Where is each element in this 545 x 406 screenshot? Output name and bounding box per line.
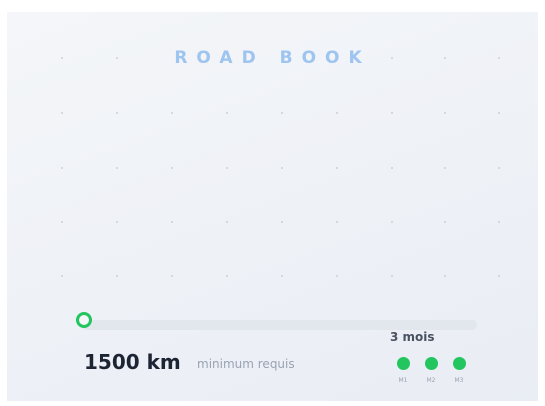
grid-dot (498, 112, 500, 114)
grid-dot (281, 275, 283, 277)
grid-dot (61, 275, 63, 277)
grid-dot (61, 221, 63, 223)
grid-dot (444, 221, 446, 223)
grid-dot (336, 221, 338, 223)
grid-dot (281, 112, 283, 114)
grid-dot (116, 275, 118, 277)
month-indicator-3: M3 (451, 357, 467, 384)
grid-dot (391, 275, 393, 277)
month-label: M3 (454, 377, 464, 384)
grid-dot (61, 167, 63, 169)
grid-dot (171, 275, 173, 277)
road-book-card: ROAD BOOK 1500 km minimum requis 3 mois … (7, 12, 538, 401)
month-indicator-2: M2 (423, 357, 439, 384)
grid-dot (444, 167, 446, 169)
grid-dot (336, 112, 338, 114)
grid-dot (226, 275, 228, 277)
grid-dot (226, 167, 228, 169)
month-status-dot (452, 357, 466, 370)
grid-dot (498, 275, 500, 277)
page-title: ROAD BOOK (174, 48, 371, 68)
grid-dot (281, 167, 283, 169)
grid-dot (171, 112, 173, 114)
grid-dot (171, 167, 173, 169)
month-indicators: M1 M2 M3 (395, 357, 467, 384)
grid-dot (391, 167, 393, 169)
grid-dot (498, 167, 500, 169)
distance-progress-track (82, 320, 477, 330)
grid-dot (226, 221, 228, 223)
grid-dot (444, 112, 446, 114)
grid-dot (498, 221, 500, 223)
grid-dot (391, 221, 393, 223)
grid-dot (336, 167, 338, 169)
grid-dot (336, 275, 338, 277)
month-indicator-1: M1 (395, 357, 411, 384)
grid-dot (391, 112, 393, 114)
grid-dot (281, 221, 283, 223)
grid-dot (116, 167, 118, 169)
distance-value: 1500 km (84, 350, 181, 374)
grid-dot (226, 112, 228, 114)
month-status-dot (396, 357, 410, 370)
month-label: M2 (426, 377, 436, 384)
grid-dot (116, 221, 118, 223)
progress-start-marker (76, 312, 92, 328)
month-label: M1 (398, 377, 408, 384)
grid-dot (171, 221, 173, 223)
duration-label: 3 mois (390, 330, 435, 344)
month-status-dot (424, 357, 438, 370)
dot-grid-background (61, 57, 500, 277)
grid-dot (116, 112, 118, 114)
grid-dot (61, 112, 63, 114)
grid-dot (444, 275, 446, 277)
distance-requirement-note: minimum requis (197, 357, 295, 371)
